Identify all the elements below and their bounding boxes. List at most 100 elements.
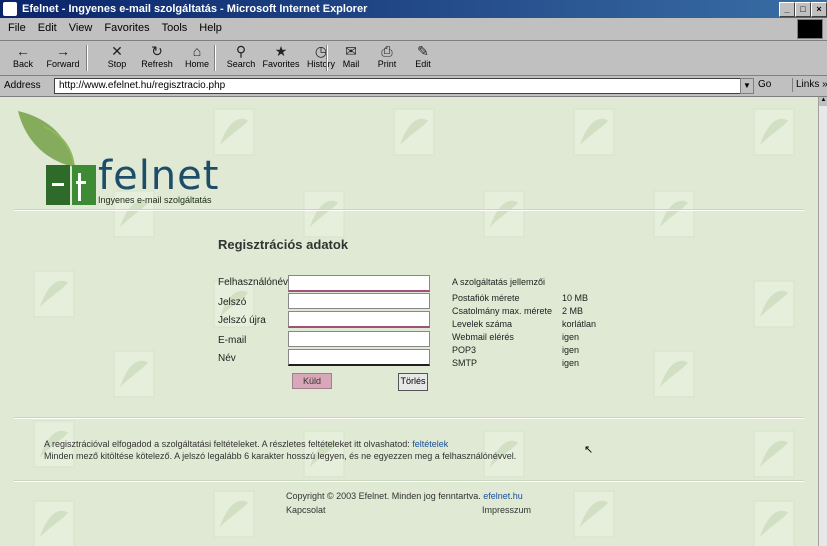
- leaf-logo-icon: [18, 111, 75, 168]
- form-title: Regisztrációs adatok: [218, 237, 349, 252]
- mail-button[interactable]: ✉ Mail: [332, 43, 370, 73]
- address-dropdown-icon[interactable]: ▼: [740, 78, 754, 94]
- divider: [14, 480, 804, 482]
- info-row-value: igen: [562, 358, 580, 368]
- footer-line1: Copyright © 2003 Efelnet. Minden jog fen…: [286, 491, 523, 501]
- watermark-pattern-icon: [753, 108, 795, 156]
- email-input[interactable]: [288, 331, 430, 347]
- watermark-pattern-icon: [213, 490, 255, 538]
- logo-text: felnet: [98, 153, 220, 199]
- watermark-pattern-icon: [33, 270, 75, 318]
- refresh-icon: ↻: [151, 43, 163, 59]
- terms-link[interactable]: feltételek: [412, 439, 448, 449]
- watermark-pattern-icon: [753, 430, 795, 478]
- address-bar: Address http://www.efelnet.hu/regisztrac…: [0, 76, 827, 97]
- footer-link-home[interactable]: efelnet.hu: [483, 491, 523, 501]
- menu-view[interactable]: View: [63, 18, 99, 34]
- terms-text: A regisztrációval elfogadod a szolgáltat…: [44, 439, 413, 449]
- minimize-button[interactable]: _: [779, 2, 795, 17]
- toolbar-button-label: Forward: [46, 59, 80, 69]
- toolbar-button-label: Home: [184, 59, 209, 69]
- back-arrow-icon: ←: [16, 43, 30, 59]
- edit-button[interactable]: ✎ Edit: [404, 43, 442, 73]
- password-input[interactable]: [288, 293, 430, 309]
- toolbar-button-label: Back: [12, 59, 33, 69]
- edit-icon: ✎: [417, 43, 429, 59]
- toolbar-button-label: Refresh: [141, 59, 173, 69]
- info-row-label: Webmail elérés: [452, 332, 514, 342]
- toolbar-separator: [86, 45, 88, 71]
- info-row-label: Postafiók mérete: [452, 293, 520, 303]
- footer-imprint[interactable]: Impresszum: [482, 505, 531, 515]
- watermark-pattern-icon: [303, 190, 345, 238]
- efelnet-logo-mark: [46, 165, 96, 205]
- footer-contact[interactable]: Kapcsolat: [286, 505, 326, 515]
- print-button[interactable]: ⎙ Print: [368, 43, 406, 73]
- address-label: Address: [4, 80, 41, 91]
- home-button[interactable]: ⌂ Home: [178, 43, 216, 73]
- stop-button[interactable]: ✕ Stop: [98, 43, 136, 73]
- watermark-pattern-icon: [753, 500, 795, 546]
- toolbar: ← Back → Forward ✕ Stop ↻ Refresh ⌂ Home ⚲ Search ★ F…: [0, 41, 827, 76]
- search-button[interactable]: ⚲ Search: [222, 43, 260, 73]
- back-button[interactable]: ← Back: [4, 43, 42, 73]
- field-label-name: Név: [218, 353, 236, 364]
- maximize-button[interactable]: □: [795, 2, 811, 17]
- toolbar-button-label: Print: [377, 59, 397, 69]
- menu-bar: File Edit View Favorites Tools Help: [0, 18, 827, 41]
- menu-file[interactable]: File: [2, 18, 32, 34]
- send-button[interactable]: Küld: [292, 373, 332, 389]
- info-row-value: 2 MB: [562, 306, 584, 316]
- info-row-label: Csatolmány max. mérete: [452, 306, 553, 316]
- forward-arrow-icon: →: [56, 43, 70, 59]
- password-again-input[interactable]: [288, 311, 430, 328]
- toolbar-button-label: History: [306, 59, 335, 69]
- divider: [14, 417, 804, 419]
- menu-tools[interactable]: Tools: [156, 18, 194, 34]
- page-content: felnet Ingyenes e-mail szolgáltatás Regi…: [0, 97, 818, 546]
- info-header: A szolgáltatás jellemzői: [452, 277, 546, 287]
- menu-favorites[interactable]: Favorites: [98, 18, 155, 34]
- toolbar-button-label: Search: [226, 59, 256, 69]
- search-icon: ⚲: [235, 43, 247, 59]
- mail-icon: ✉: [345, 43, 357, 59]
- watermark-pattern-icon: [573, 108, 615, 156]
- throbber-icon: [797, 19, 823, 39]
- info-row-value: igen: [562, 345, 580, 355]
- watermark-pattern-icon: [653, 350, 695, 398]
- watermark-pattern-icon: [753, 280, 795, 328]
- toolbar-separator: [214, 45, 216, 71]
- info-row-value: igen: [562, 332, 580, 342]
- watermark-pattern-icon: [213, 108, 255, 156]
- vertical-scrollbar[interactable]: ▲: [818, 97, 827, 546]
- menu-help[interactable]: Help: [193, 18, 228, 34]
- scroll-up-icon[interactable]: ▲: [819, 97, 827, 106]
- info-row-label: SMTP: [452, 358, 478, 368]
- favorites-icon: ★: [274, 43, 288, 59]
- watermark-pattern-icon: [33, 500, 75, 546]
- watermark-pattern-icon: [653, 190, 695, 238]
- clear-button[interactable]: Törlés: [398, 373, 428, 391]
- go-button[interactable]: Go: [758, 78, 788, 92]
- terms-paragraph-line2: Minden mező kitöltése kötelező. A jelszó…: [44, 451, 517, 461]
- window-title: Efelnet - Ingyenes e-mail szolgáltatás -…: [22, 3, 368, 15]
- info-row-value: korlátlan: [562, 319, 597, 329]
- refresh-button[interactable]: ↻ Refresh: [138, 43, 176, 73]
- close-button[interactable]: ×: [811, 2, 827, 17]
- menu-edit[interactable]: Edit: [32, 18, 63, 34]
- toolbar-button-label: Stop: [107, 59, 127, 69]
- username-input[interactable]: [288, 275, 430, 292]
- field-label-email: E-mail: [218, 335, 247, 346]
- links-button[interactable]: Links »: [792, 78, 827, 92]
- watermark-pattern-icon: [113, 350, 155, 398]
- field-label-username: Felhasználónév: [218, 277, 289, 288]
- stop-icon: ✕: [111, 43, 123, 59]
- watermark-pattern-icon: [483, 190, 525, 238]
- favorites-button[interactable]: ★ Favorites: [262, 43, 300, 73]
- toolbar-button-label: Mail: [342, 59, 360, 69]
- info-row-label: POP3: [452, 345, 477, 355]
- toolbar-button-label: Favorites: [262, 59, 300, 69]
- address-input[interactable]: http://www.efelnet.hu/regisztracio.php: [54, 78, 748, 94]
- name-input[interactable]: [288, 349, 430, 366]
- forward-button[interactable]: → Forward: [44, 43, 82, 73]
